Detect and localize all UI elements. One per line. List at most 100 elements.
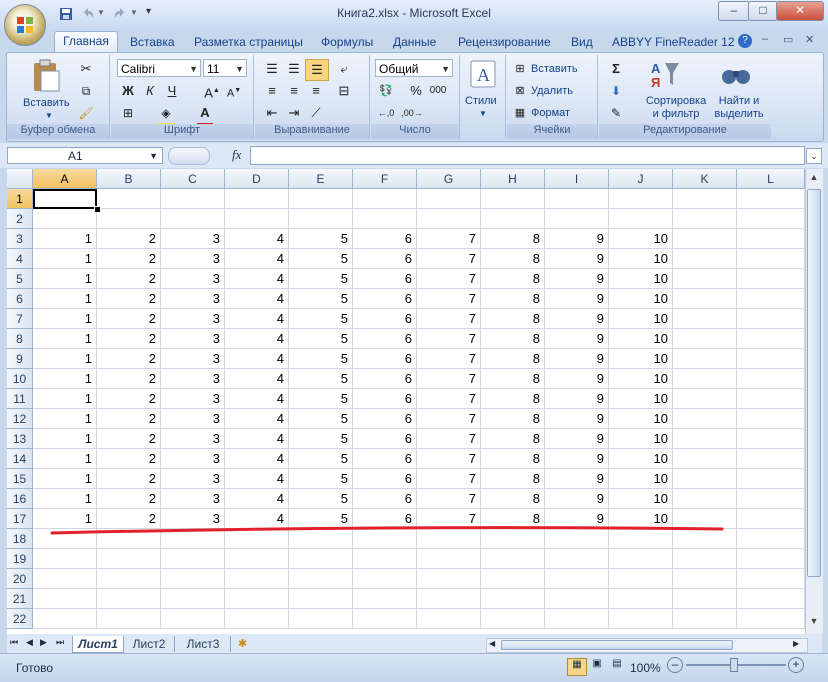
cell-L10[interactable] [737, 369, 805, 389]
cell-B9[interactable]: 2 [97, 349, 161, 369]
cell-I22[interactable] [545, 609, 609, 629]
cell-G1[interactable] [417, 189, 481, 209]
cell-K12[interactable] [673, 409, 737, 429]
cell-F7[interactable]: 6 [353, 309, 417, 329]
cell-H15[interactable]: 8 [481, 469, 545, 489]
format-cells-button[interactable]: Формат [531, 107, 570, 119]
cell-C15[interactable]: 3 [161, 469, 225, 489]
cell-H5[interactable]: 8 [481, 269, 545, 289]
cell-J10[interactable]: 10 [609, 369, 673, 389]
cell-K15[interactable] [673, 469, 737, 489]
cell-B22[interactable] [97, 609, 161, 629]
cell-G13[interactable]: 7 [417, 429, 481, 449]
cell-E5[interactable]: 5 [289, 269, 353, 289]
sheet-tab-1[interactable]: Лист1 [72, 636, 124, 653]
cell-C20[interactable] [161, 569, 225, 589]
cell-F9[interactable]: 6 [353, 349, 417, 369]
column-header-J[interactable]: J [609, 169, 673, 189]
horizontal-scroll-thumb[interactable] [501, 640, 733, 650]
cell-D1[interactable] [225, 189, 289, 209]
cell-F6[interactable]: 6 [353, 289, 417, 309]
row-header-2[interactable]: 2 [7, 209, 33, 229]
cell-I5[interactable]: 9 [545, 269, 609, 289]
insert-sheet-icon[interactable]: ✱ [238, 637, 247, 650]
vertical-scrollbar[interactable]: ▲ ▼ [805, 169, 823, 634]
clear-icon[interactable]: ✎ [605, 103, 627, 123]
currency-icon[interactable]: 💱 [375, 81, 397, 101]
tab-home[interactable]: Главная [54, 31, 118, 53]
cell-A18[interactable] [33, 529, 97, 549]
cell-E9[interactable]: 5 [289, 349, 353, 369]
name-box-dropdown-icon[interactable]: ▼ [149, 148, 158, 165]
cell-A11[interactable]: 1 [33, 389, 97, 409]
cell-L12[interactable] [737, 409, 805, 429]
cell-L20[interactable] [737, 569, 805, 589]
cell-F11[interactable]: 6 [353, 389, 417, 409]
row-header-18[interactable]: 18 [7, 529, 33, 549]
percent-button[interactable]: % [405, 81, 427, 101]
cell-A4[interactable]: 1 [33, 249, 97, 269]
cell-E16[interactable]: 5 [289, 489, 353, 509]
cell-A6[interactable]: 1 [33, 289, 97, 309]
fill-icon[interactable]: ⬇ [605, 81, 627, 101]
cell-B20[interactable] [97, 569, 161, 589]
cell-I14[interactable]: 9 [545, 449, 609, 469]
cell-A12[interactable]: 1 [33, 409, 97, 429]
cell-L22[interactable] [737, 609, 805, 629]
cell-C2[interactable] [161, 209, 225, 229]
cell-L15[interactable] [737, 469, 805, 489]
cell-E22[interactable] [289, 609, 353, 629]
cell-K8[interactable] [673, 329, 737, 349]
cell-D18[interactable] [225, 529, 289, 549]
cell-A20[interactable] [33, 569, 97, 589]
last-sheet-icon[interactable]: ⏭ [56, 637, 64, 648]
column-header-B[interactable]: B [97, 169, 161, 189]
cell-G7[interactable]: 7 [417, 309, 481, 329]
cell-J6[interactable]: 10 [609, 289, 673, 309]
cell-E15[interactable]: 5 [289, 469, 353, 489]
font-size-select[interactable]: 11 ▼ [203, 59, 247, 77]
cell-E21[interactable] [289, 589, 353, 609]
cell-L16[interactable] [737, 489, 805, 509]
cell-C13[interactable]: 3 [161, 429, 225, 449]
cell-C4[interactable]: 3 [161, 249, 225, 269]
zoom-level[interactable]: 100% [630, 661, 661, 675]
wrap-text-icon[interactable]: ⤶ [333, 59, 355, 79]
cell-B17[interactable]: 2 [97, 509, 161, 529]
cell-A13[interactable]: 1 [33, 429, 97, 449]
cell-B2[interactable] [97, 209, 161, 229]
cell-F4[interactable]: 6 [353, 249, 417, 269]
workbook-close-icon[interactable]: ✕ [805, 33, 814, 46]
cell-C22[interactable] [161, 609, 225, 629]
cell-K4[interactable] [673, 249, 737, 269]
cell-L2[interactable] [737, 209, 805, 229]
cell-K7[interactable] [673, 309, 737, 329]
cell-K13[interactable] [673, 429, 737, 449]
zoom-slider-thumb[interactable] [730, 658, 738, 672]
horizontal-scrollbar[interactable]: ◀ ▶ [486, 638, 808, 653]
cell-D13[interactable]: 4 [225, 429, 289, 449]
cell-F8[interactable]: 6 [353, 329, 417, 349]
tab-page-layout[interactable]: Разметка страницы [194, 33, 303, 52]
cell-K19[interactable] [673, 549, 737, 569]
cell-A5[interactable]: 1 [33, 269, 97, 289]
column-header-A[interactable]: A [33, 169, 97, 189]
cell-B15[interactable]: 2 [97, 469, 161, 489]
cell-I4[interactable]: 9 [545, 249, 609, 269]
cell-H14[interactable]: 8 [481, 449, 545, 469]
cell-B10[interactable]: 2 [97, 369, 161, 389]
page-layout-view-icon[interactable]: ▣ [588, 658, 606, 674]
delete-cells-button[interactable]: Удалить [531, 85, 573, 97]
cell-J2[interactable] [609, 209, 673, 229]
cell-H19[interactable] [481, 549, 545, 569]
cell-H8[interactable]: 8 [481, 329, 545, 349]
find-select-button[interactable]: Найти и выделить [709, 95, 769, 121]
cell-A14[interactable]: 1 [33, 449, 97, 469]
formula-input[interactable] [250, 146, 805, 165]
cell-K22[interactable] [673, 609, 737, 629]
formula-cancel-enter-icon[interactable] [168, 147, 210, 165]
select-all-corner[interactable] [7, 169, 33, 189]
cell-D2[interactable] [225, 209, 289, 229]
close-button[interactable]: ✕ [776, 1, 824, 21]
cell-L18[interactable] [737, 529, 805, 549]
